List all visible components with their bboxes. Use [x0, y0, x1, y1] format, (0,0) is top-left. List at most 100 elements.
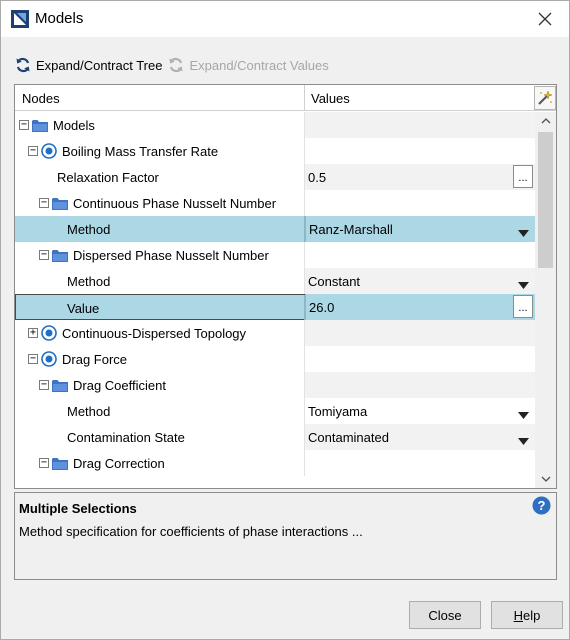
description-text: Method specification for coefficients of…	[19, 524, 363, 539]
edit-value-button[interactable]: ...	[513, 295, 533, 318]
dropdown-arrow-icon[interactable]	[518, 407, 529, 422]
tree-row-label: Boiling Mass Transfer Rate	[62, 143, 219, 159]
toolbar: Expand/Contract Tree Expand/Contract Val…	[15, 53, 335, 77]
close-icon	[538, 12, 552, 26]
column-divider[interactable]	[304, 85, 305, 111]
folder-icon	[52, 249, 68, 262]
contamination-state-dropdown[interactable]: Contaminated	[305, 424, 535, 450]
title-bar: Models	[1, 1, 569, 37]
tree-row-relaxation-factor[interactable]: Relaxation Factor 0.5 ...	[15, 164, 535, 190]
relaxation-factor-field[interactable]: 0.5 ...	[305, 164, 535, 190]
tree-row-label: Continuous-Dispersed Topology	[62, 325, 247, 341]
vertical-scrollbar[interactable]	[535, 112, 556, 488]
method-dropdown[interactable]: Constant	[305, 268, 535, 294]
tree-row-label: Models	[53, 117, 95, 133]
help-button-label: elp	[523, 607, 541, 623]
column-settings-button[interactable]	[534, 86, 556, 110]
tree-row-value	[305, 372, 535, 398]
tree-row-label: Method	[67, 403, 111, 419]
model-node-icon	[41, 325, 57, 341]
expand-contract-values-label: Expand/Contract Values	[189, 57, 329, 73]
tree-row-label: Relaxation Factor	[57, 169, 159, 185]
dropdown-arrow-icon[interactable]	[518, 433, 529, 448]
help-button[interactable]: Help	[491, 601, 563, 629]
refresh-icon	[169, 57, 183, 73]
refresh-icon	[16, 57, 30, 73]
tree-row-drag-correction[interactable]: − Drag Correction	[15, 450, 535, 476]
chevron-down-icon	[541, 476, 550, 482]
model-node-icon	[41, 143, 57, 159]
collapse-toggle-icon[interactable]: −	[39, 198, 49, 208]
value-field[interactable]: 26.0 ...	[305, 294, 535, 320]
expand-contract-tree-button[interactable]: Expand/Contract Tree	[15, 57, 162, 73]
tree-row-dispersed-phase-nusselt-number[interactable]: − Dispersed Phase Nusselt Number	[15, 242, 535, 268]
tree-row-label: Drag Force	[62, 351, 128, 367]
tree-row-method[interactable]: Method Tomiyama	[15, 398, 535, 424]
collapse-toggle-icon[interactable]: −	[39, 380, 49, 390]
tree-row-method[interactable]: Method Constant	[15, 268, 535, 294]
tree-row-value-selected[interactable]: Value 26.0 ...	[15, 294, 535, 321]
method-dropdown[interactable]: Tomiyama	[305, 398, 535, 424]
tree-row-value-text: Constant	[308, 273, 361, 289]
app-logo-icon	[11, 10, 29, 28]
tree-row-method-selected[interactable]: Method Ranz-Marshall	[15, 216, 535, 242]
tree-row-value	[305, 346, 535, 372]
dropdown-arrow-icon[interactable]	[518, 277, 529, 292]
tree-row-continuous-dispersed-topology[interactable]: + Continuous-Dispersed Topology	[15, 320, 535, 346]
tree-row-boiling-mass-transfer-rate[interactable]: − Boiling Mass Transfer Rate	[15, 138, 535, 164]
tree-row-value	[305, 242, 535, 268]
dropdown-arrow-icon[interactable]	[518, 225, 529, 240]
tree-row-label: Continuous Phase Nusselt Number	[73, 195, 277, 211]
expand-toggle-icon[interactable]: +	[28, 328, 38, 338]
tree-row-label: Contamination State	[67, 429, 185, 445]
collapse-toggle-icon[interactable]: −	[39, 458, 49, 468]
scrollbar-thumb[interactable]	[538, 132, 553, 268]
tree-row-value-text: Ranz-Marshall	[309, 221, 393, 237]
collapse-toggle-icon[interactable]: −	[19, 120, 29, 130]
description-title: Multiple Selections	[19, 501, 137, 516]
tree-row-value	[305, 138, 535, 164]
tree-row-value-text: Contaminated	[308, 429, 389, 445]
scroll-down-button[interactable]	[535, 470, 556, 488]
tree-row-value	[305, 112, 535, 138]
folder-icon	[32, 119, 48, 132]
tree-header: Nodes Values	[15, 85, 556, 111]
folder-icon	[52, 379, 68, 392]
collapse-toggle-icon[interactable]: −	[28, 354, 38, 364]
help-button-mnemonic: H	[513, 607, 524, 623]
values-column-header[interactable]: Values	[311, 91, 350, 106]
model-tree-table: Nodes Values − Models − Boiling Mass Tra…	[14, 84, 557, 489]
expand-contract-tree-label: Expand/Contract Tree	[36, 57, 163, 73]
magic-wand-icon	[538, 90, 553, 105]
help-icon[interactable]: ?	[532, 496, 551, 518]
tree-row-value-text: Tomiyama	[308, 403, 368, 419]
tree-row-contamination-state[interactable]: Contamination State Contaminated	[15, 424, 535, 450]
tree-row-value-text: 26.0	[309, 299, 335, 315]
tree-rows: − Models − Boiling Mass Transfer Rate Re…	[15, 112, 535, 488]
folder-icon	[52, 457, 68, 470]
close-button[interactable]: Close	[409, 601, 481, 629]
models-dialog: Models Expand/Contract Tree Expand/Contr…	[0, 0, 570, 640]
tree-row-models[interactable]: − Models	[15, 112, 535, 138]
collapse-toggle-icon[interactable]: −	[39, 250, 49, 260]
tree-row-value	[305, 320, 535, 346]
tree-row-label: Dispersed Phase Nusselt Number	[73, 247, 269, 263]
tree-row-label: Drag Correction	[73, 455, 165, 471]
tree-row-value	[305, 190, 535, 216]
description-panel: Multiple Selections Method specification…	[14, 492, 557, 580]
folder-icon	[52, 197, 68, 210]
tree-row-drag-coefficient[interactable]: − Drag Coefficient	[15, 372, 535, 398]
tree-row-value	[305, 450, 535, 476]
tree-row-drag-force[interactable]: − Drag Force	[15, 346, 535, 372]
tree-row-label: Method	[67, 221, 111, 237]
chevron-up-icon	[541, 118, 550, 124]
close-window-button[interactable]	[533, 7, 557, 31]
edit-value-button[interactable]: ...	[513, 165, 533, 188]
scroll-up-button[interactable]	[535, 112, 556, 130]
nodes-column-header[interactable]: Nodes	[22, 91, 60, 106]
method-dropdown[interactable]: Ranz-Marshall	[305, 216, 535, 242]
tree-row-continuous-phase-nusselt-number[interactable]: − Continuous Phase Nusselt Number	[15, 190, 535, 216]
collapse-toggle-icon[interactable]: −	[28, 146, 38, 156]
model-node-icon	[41, 351, 57, 367]
expand-contract-values-button[interactable]: Expand/Contract Values	[168, 57, 329, 73]
